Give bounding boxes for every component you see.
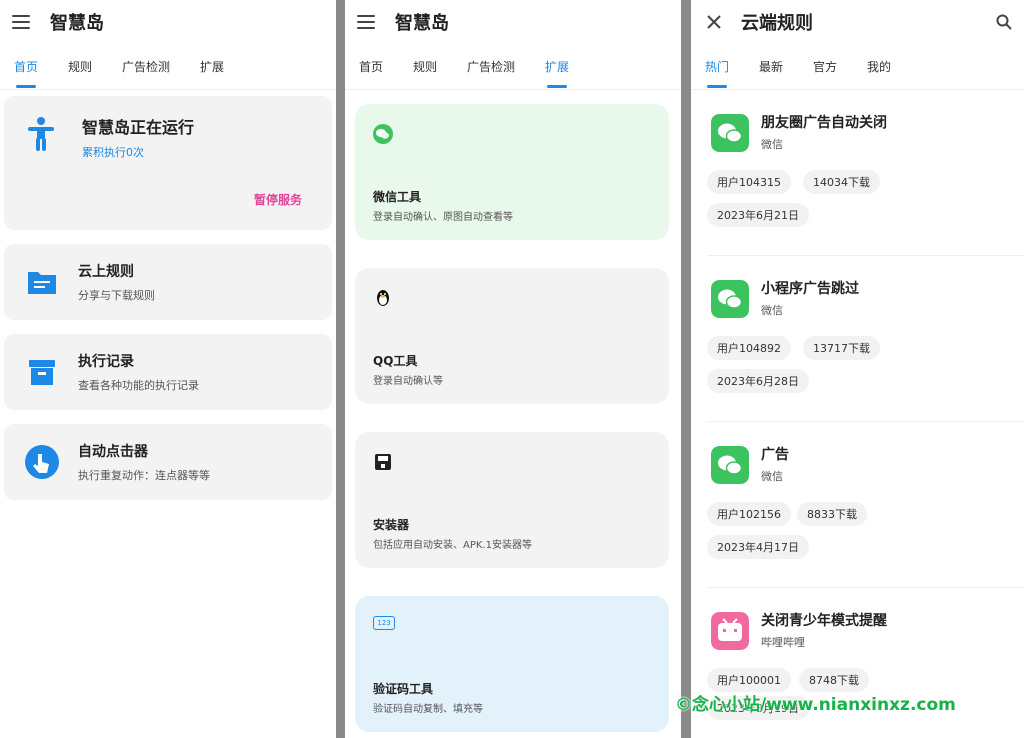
menu-subtitle: 执行重复动作：连点器等等 <box>78 469 210 482</box>
tab-latest[interactable]: 最新 <box>759 44 783 90</box>
accessibility-icon <box>28 117 54 151</box>
tab-extensions[interactable]: 扩展 <box>545 44 569 90</box>
date-chip: 2023年4月17日 <box>707 535 809 559</box>
rule-app: 微信 <box>761 304 783 317</box>
menu-auto-clicker[interactable]: 自动点击器 执行重复动作：连点器等等 <box>4 424 332 500</box>
close-icon[interactable] <box>707 15 721 29</box>
page-title: 云端规则 <box>741 13 813 34</box>
card-subtitle: 验证码自动复制、填充等 <box>373 704 483 715</box>
tap-icon <box>24 444 60 480</box>
execution-count: 累积执行0次 <box>82 146 144 159</box>
wechat-app-icon <box>711 114 749 152</box>
tab-ad-detect[interactable]: 广告检测 <box>122 44 170 90</box>
qq-tool-card[interactable]: QQ工具 登录自动确认等 <box>355 268 669 404</box>
cloud-rules-screen: 云端规则 热门 最新 官方 我的 朋友圈广告自动关闭 微信 用户104315 1… <box>691 0 1024 738</box>
rule-name: 朋友圈广告自动关闭 <box>761 115 887 131</box>
menu-title: 云上规则 <box>78 264 134 280</box>
tab-home[interactable]: 首页 <box>14 44 38 90</box>
installer-card[interactable]: 安装器 包括应用自动安装、APK.1安装器等 <box>355 432 669 568</box>
rule-app: 微信 <box>761 138 783 151</box>
menu-subtitle: 查看各种功能的执行记录 <box>78 379 199 392</box>
rule-item[interactable]: 朋友圈广告自动关闭 微信 用户104315 14034下载 2023年6月21日 <box>707 90 1024 256</box>
author-chip: 用户100001 <box>707 668 791 692</box>
downloads-chip: 8833下载 <box>797 502 867 526</box>
tab-official[interactable]: 官方 <box>813 44 837 90</box>
app-bar: 智慧岛 <box>345 0 681 44</box>
menu-icon[interactable] <box>12 15 30 29</box>
rule-item[interactable]: 广告 微信 用户102156 8833下载 2023年4月17日 <box>707 422 1024 588</box>
search-icon[interactable] <box>996 14 1012 30</box>
downloads-chip: 13717下载 <box>803 336 880 360</box>
rule-name: 关闭青少年模式提醒 <box>761 613 887 629</box>
rule-app: 哔哩哔哩 <box>761 636 805 649</box>
menu-execution-log[interactable]: 执行记录 查看各种功能的执行记录 <box>4 334 332 410</box>
menu-title: 执行记录 <box>78 354 134 370</box>
page-title: 智慧岛 <box>395 13 449 34</box>
watermark: ©念心小站/www.nianxinxz.com <box>675 695 956 715</box>
tab-mine[interactable]: 我的 <box>867 44 891 90</box>
code-123-icon: 123 <box>373 616 395 630</box>
captcha-tool-card[interactable]: 123 验证码工具 验证码自动复制、填充等 <box>355 596 669 732</box>
tab-bar: 热门 最新 官方 我的 <box>691 44 1024 90</box>
wechat-icon <box>373 124 393 144</box>
tab-extensions[interactable]: 扩展 <box>200 44 224 90</box>
date-chip: 2023年6月28日 <box>707 369 809 393</box>
rule-item[interactable]: 关闭青少年模式提醒 哔哩哔哩 用户100001 8748下载 2023年3月19… <box>707 588 1024 738</box>
qq-penguin-icon <box>377 290 389 306</box>
bilibili-app-icon <box>711 612 749 650</box>
card-title: 验证码工具 <box>373 682 434 696</box>
menu-subtitle: 分享与下载规则 <box>78 289 155 302</box>
author-chip: 用户104315 <box>707 170 791 194</box>
archive-icon <box>24 354 60 390</box>
rule-name: 广告 <box>761 447 789 463</box>
downloads-chip: 8748下载 <box>799 668 869 692</box>
tab-rules[interactable]: 规则 <box>68 44 92 90</box>
tab-bar: 首页 规则 广告检测 扩展 <box>0 44 336 90</box>
menu-title: 自动点击器 <box>78 444 148 460</box>
app-bar: 智慧岛 <box>0 0 336 44</box>
service-status-card: 智慧岛正在运行 累积执行0次 暂停服务 <box>4 96 332 230</box>
rule-app: 微信 <box>761 470 783 483</box>
card-title: 安装器 <box>373 518 410 532</box>
pause-service-button[interactable]: 暂停服务 <box>254 191 302 208</box>
tab-rules[interactable]: 规则 <box>413 44 437 90</box>
author-chip: 用户102156 <box>707 502 791 526</box>
card-title: QQ工具 <box>373 354 418 368</box>
tab-home[interactable]: 首页 <box>359 44 383 90</box>
menu-cloud-rules[interactable]: 云上规则 分享与下载规则 <box>4 244 332 320</box>
app-bar: 云端规则 <box>691 0 1024 44</box>
card-title: 微信工具 <box>373 190 422 204</box>
folder-icon <box>24 264 60 300</box>
card-subtitle: 登录自动确认等 <box>373 376 443 387</box>
status-title: 智慧岛正在运行 <box>82 118 195 137</box>
tab-bar: 首页 规则 广告检测 扩展 <box>345 44 681 90</box>
installer-icon <box>375 454 391 470</box>
tab-ad-detect[interactable]: 广告检测 <box>467 44 515 90</box>
rule-item[interactable]: 小程序广告跳过 微信 用户104892 13717下载 2023年6月28日 <box>707 256 1024 422</box>
wechat-app-icon <box>711 280 749 318</box>
tab-popular[interactable]: 热门 <box>705 44 729 90</box>
card-subtitle: 登录自动确认、原图自动查看等 <box>373 212 513 223</box>
home-screen: 智慧岛 首页 规则 广告检测 扩展 智慧岛正在运行 累积执行0次 暂停服务 云上… <box>0 0 336 738</box>
downloads-chip: 14034下载 <box>803 170 880 194</box>
extensions-screen: 智慧岛 首页 规则 广告检测 扩展 微信工具 登录自动确认、原图自动查看等 QQ… <box>345 0 681 738</box>
page-title: 智慧岛 <box>50 13 104 34</box>
rule-name: 小程序广告跳过 <box>761 281 859 297</box>
wechat-app-icon <box>711 446 749 484</box>
menu-icon[interactable] <box>357 15 375 29</box>
wechat-tool-card[interactable]: 微信工具 登录自动确认、原图自动查看等 <box>355 104 669 240</box>
card-subtitle: 包括应用自动安装、APK.1安装器等 <box>373 540 532 551</box>
date-chip: 2023年6月21日 <box>707 203 809 227</box>
author-chip: 用户104892 <box>707 336 791 360</box>
